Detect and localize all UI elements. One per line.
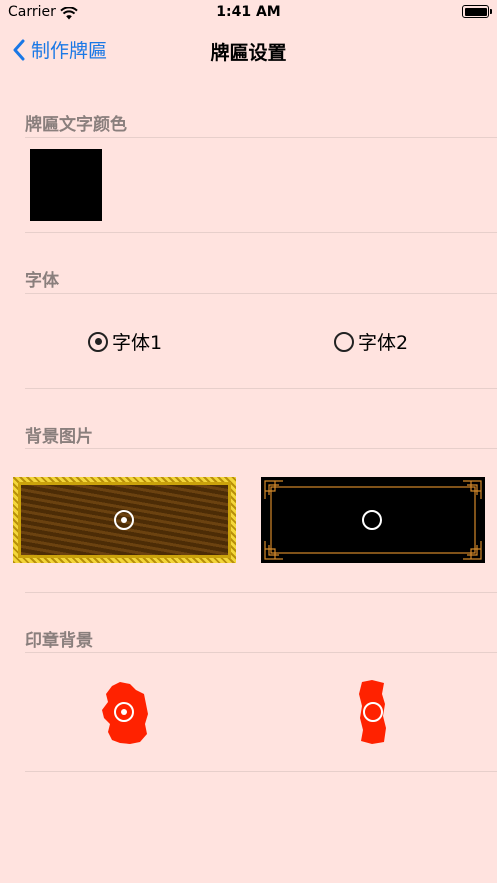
radio-selected-icon — [88, 331, 108, 352]
section-title-font: 字体 — [25, 271, 59, 291]
seal-option-rect[interactable] — [358, 680, 388, 744]
divider — [25, 652, 497, 653]
section-title-background: 背景图片 — [25, 427, 93, 447]
section-title-seal: 印章背景 — [25, 631, 93, 651]
divider — [25, 293, 497, 294]
font-option-label: 字体2 — [358, 332, 409, 354]
page-title: 牌匾设置 — [210, 42, 287, 64]
seal-option-round[interactable] — [100, 680, 150, 746]
background-option-black-frame[interactable] — [261, 477, 485, 563]
divider — [25, 232, 497, 233]
text-color-swatch[interactable] — [30, 149, 102, 221]
font-option-label: 字体1 — [112, 332, 163, 354]
divider — [25, 137, 497, 138]
divider — [25, 388, 497, 389]
font-option-2[interactable]: 字体2 — [334, 328, 408, 355]
divider — [25, 592, 497, 593]
radio-unselected-icon — [363, 702, 383, 722]
divider — [25, 448, 497, 449]
radio-selected-icon — [114, 702, 134, 722]
radio-unselected-icon — [334, 331, 354, 352]
clock: 1:41 AM — [216, 4, 281, 20]
radio-unselected-icon — [362, 510, 382, 530]
battery-icon — [462, 5, 492, 18]
font-option-1[interactable]: 字体1 — [88, 328, 162, 355]
divider — [25, 771, 497, 772]
radio-selected-icon — [114, 510, 134, 530]
section-title-text-color: 牌匾文字颜色 — [25, 115, 127, 135]
status-bar: Carrier 1:41 AM — [0, 0, 497, 26]
background-option-gold-frame[interactable] — [13, 477, 236, 563]
navigation-bar: 制作牌匾 牌匾设置 — [0, 30, 497, 74]
